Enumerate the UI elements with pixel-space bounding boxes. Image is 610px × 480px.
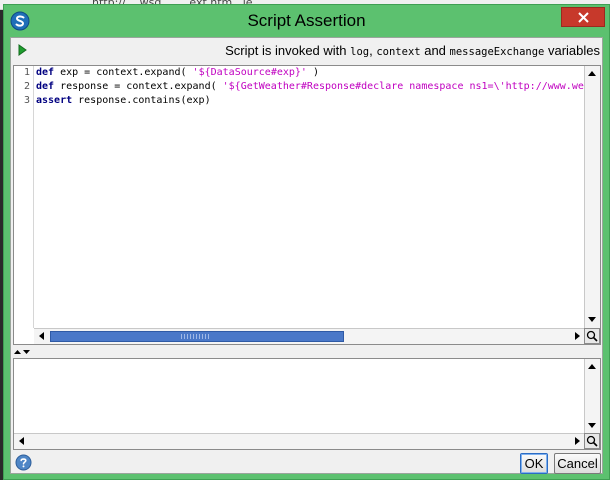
keyword: def — [36, 67, 55, 78]
editor-horizontal-scrollbar[interactable] — [34, 328, 586, 344]
dialog-title: Script Assertion — [247, 11, 366, 30]
info-bar: Script is invoked with log, context and … — [11, 38, 602, 63]
scroll-left-icon[interactable] — [15, 434, 29, 448]
splitter-arrows-icon[interactable] — [13, 347, 33, 357]
line-number: 3 — [23, 95, 30, 106]
string-literal: '${GetWeather#Response#declare namespace… — [222, 81, 584, 92]
info-suffix: variables — [544, 43, 600, 58]
run-icon[interactable] — [18, 44, 27, 56]
info-sep-2: and — [420, 43, 450, 58]
line-number: 2 — [23, 81, 30, 92]
script-assertion-dialog: Script Assertion Script is invoked with … — [3, 4, 610, 480]
scroll-down-icon[interactable] — [585, 418, 599, 432]
info-prefix: Script is invoked with — [225, 43, 351, 58]
pane-splitter[interactable] — [11, 347, 602, 357]
close-button[interactable] — [561, 7, 605, 27]
editor-vertical-scrollbar[interactable] — [584, 66, 600, 328]
editor-zoom-corner-button[interactable] — [584, 328, 600, 344]
code-text: ) — [306, 67, 319, 78]
code-line[interactable]: def exp = context.expand( '${DataSource#… — [36, 66, 584, 80]
line-number: 1 — [23, 67, 30, 78]
code-text: exp = context.expand( — [54, 67, 193, 78]
code-line[interactable]: def response = context.expand( '${GetWea… — [36, 80, 584, 94]
script-editor[interactable]: 1 2 3 def exp = context.expand( '${DataS… — [13, 65, 601, 345]
ok-button[interactable]: OK — [520, 453, 548, 474]
scroll-left-icon[interactable] — [35, 329, 49, 343]
log-vertical-scrollbar[interactable] — [584, 359, 600, 433]
dialog-footer: OK Cancel — [11, 452, 602, 474]
keyword: def — [36, 81, 55, 92]
scroll-right-icon[interactable] — [570, 329, 584, 343]
cancel-button[interactable]: Cancel — [554, 453, 601, 474]
scroll-down-icon[interactable] — [585, 312, 599, 326]
scroll-up-icon[interactable] — [585, 67, 599, 81]
close-icon — [578, 12, 589, 23]
info-var-log: log — [350, 46, 370, 58]
log-horizontal-scrollbar[interactable] — [14, 433, 586, 449]
scroll-up-icon[interactable] — [585, 360, 599, 374]
code-text: response = context.expand( — [54, 81, 223, 92]
script-variables-info: Script is invoked with log, context and … — [225, 43, 600, 58]
code-text: response.contains(exp) — [72, 95, 211, 106]
help-icon[interactable] — [15, 454, 32, 471]
line-number-gutter: 1 2 3 — [14, 66, 34, 328]
dialog-content: Script is invoked with log, context and … — [10, 37, 603, 474]
log-output-pane[interactable] — [13, 358, 601, 450]
code-area[interactable]: def exp = context.expand( '${DataSource#… — [36, 66, 584, 328]
magnifier-icon — [586, 435, 598, 447]
info-var-message-exchange: messageExchange — [449, 46, 545, 58]
info-var-context: context — [376, 46, 421, 58]
scroll-right-icon[interactable] — [570, 434, 584, 448]
horizontal-scroll-thumb[interactable] — [50, 331, 344, 342]
code-line[interactable]: assert response.contains(exp) — [36, 94, 584, 108]
keyword: assert — [36, 95, 73, 106]
magnifier-icon — [586, 330, 598, 342]
log-zoom-corner-button[interactable] — [584, 433, 600, 449]
title-bar[interactable]: Script Assertion — [4, 5, 609, 37]
string-literal: '${DataSource#exp}' — [192, 67, 307, 78]
scroll-thumb-grip — [181, 334, 211, 339]
